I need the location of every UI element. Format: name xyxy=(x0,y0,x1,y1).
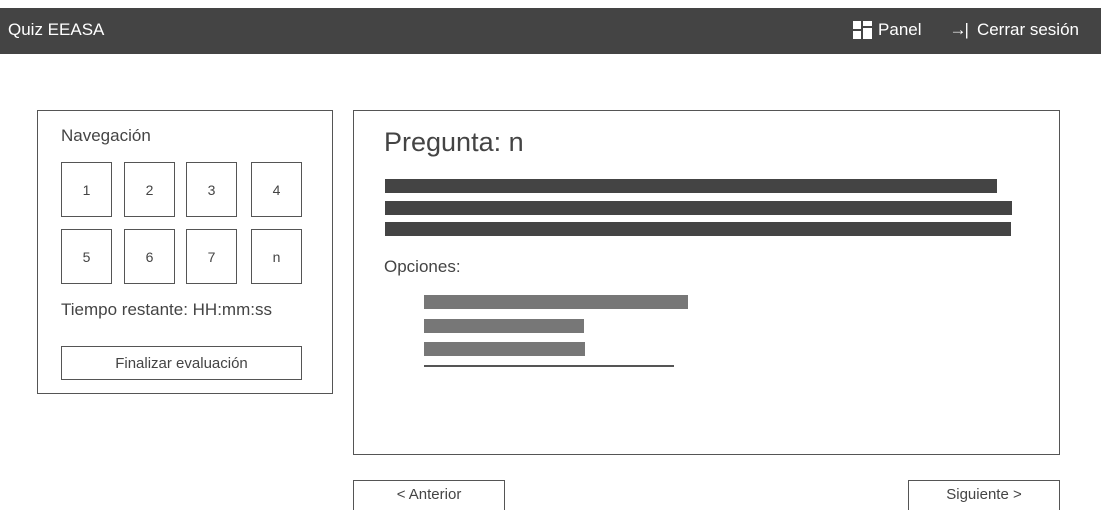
question-button-6[interactable]: 6 xyxy=(124,229,175,284)
logout-link[interactable]: →| Cerrar sesión xyxy=(950,20,1079,40)
question-text-placeholder xyxy=(385,179,997,193)
question-button-2[interactable]: 2 xyxy=(124,162,175,217)
question-button-3[interactable]: 3 xyxy=(186,162,237,217)
question-text-placeholder xyxy=(385,222,1011,236)
app-title[interactable]: Quiz EEASA xyxy=(8,20,104,40)
option-placeholder[interactable] xyxy=(424,319,584,333)
question-button-5[interactable]: 5 xyxy=(61,229,112,284)
top-navbar: Quiz EEASA Panel →| Cerrar sesión xyxy=(0,8,1101,54)
option-placeholder[interactable] xyxy=(424,295,688,309)
option-placeholder[interactable] xyxy=(424,342,585,356)
question-navigation-panel: Navegación 1 2 3 4 5 6 7 n Tiempo restan… xyxy=(37,110,333,394)
finish-evaluation-button[interactable]: Finalizar evaluación xyxy=(61,346,302,380)
dashboard-icon xyxy=(853,21,873,39)
question-card: Pregunta: n Opciones: xyxy=(353,110,1060,455)
panel-link[interactable]: Panel xyxy=(853,20,922,40)
question-text-placeholder xyxy=(385,201,1012,215)
question-button-1[interactable]: 1 xyxy=(61,162,112,217)
question-button-4[interactable]: 4 xyxy=(251,162,302,217)
question-title: Pregunta: n xyxy=(384,127,524,157)
question-button-n[interactable]: n xyxy=(251,229,302,284)
question-button-7[interactable]: 7 xyxy=(186,229,237,284)
options-divider xyxy=(424,365,674,367)
navigation-title: Navegación xyxy=(61,126,151,145)
panel-label: Panel xyxy=(878,20,922,39)
time-remaining: Tiempo restante: HH:mm:ss xyxy=(61,300,272,319)
logout-label: Cerrar sesión xyxy=(976,20,1079,39)
logout-icon: →| xyxy=(949,20,969,39)
navbar-actions: Panel →| Cerrar sesión xyxy=(853,20,1079,40)
options-label: Opciones: xyxy=(384,257,461,276)
